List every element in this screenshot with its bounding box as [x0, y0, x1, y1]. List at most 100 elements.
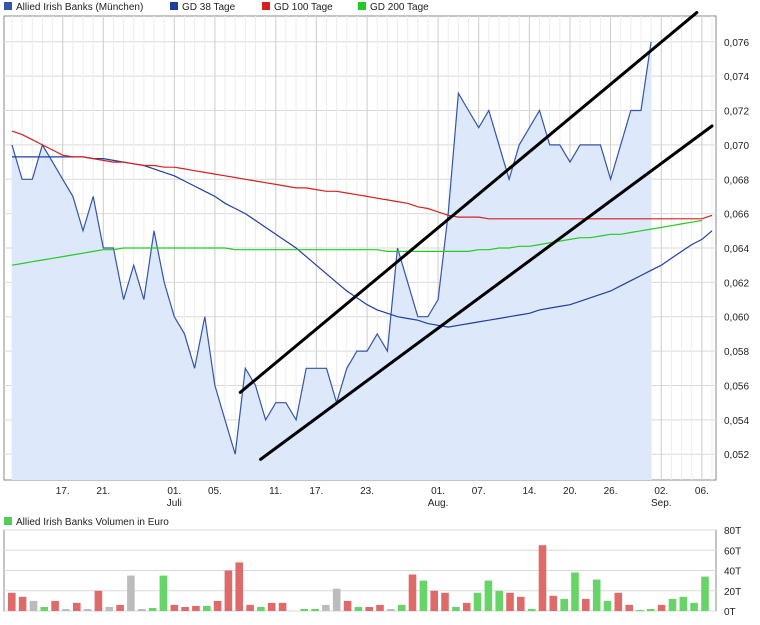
volume-bar: [701, 576, 709, 611]
volume-bar: [668, 598, 677, 611]
price-x-axis: 17. 21. 01.Juli05. 11. 17. 23. 01.Aug.07. 14. 20…: [56, 486, 709, 509]
price-panel: 0,052 0,054 0,056 0,058 0,060 0,062 0,064 0,066…: [3, 2, 749, 509]
price-x-tick-label: 21.: [96, 486, 110, 497]
volume-bar: [267, 602, 276, 611]
legend-label: GD 38 Tage: [182, 2, 236, 13]
volume-bar: [343, 600, 352, 611]
volume-bar: [376, 604, 384, 611]
volume-y-tick-label: 0T: [724, 607, 736, 618]
volume-bar: [495, 590, 503, 612]
price-x-tick-label: 26.: [604, 486, 618, 497]
price-y-tick-label: 0,072: [724, 107, 749, 118]
price-y-tick-label: 0,074: [724, 72, 749, 83]
volume-bar: [690, 602, 698, 611]
volume-bar: [105, 607, 114, 611]
volume-bar: [181, 607, 189, 611]
volume-bar: [538, 545, 547, 611]
legend-label: GD 100 Tage: [274, 2, 333, 13]
price-y-tick-label: 0,060: [724, 313, 749, 324]
price-x-tick-label: 17.: [309, 486, 323, 497]
volume-bar: [603, 600, 612, 611]
volume-bar: [148, 608, 157, 611]
price-y-tick-label: 0,064: [724, 244, 749, 255]
price-x-tick-label: 20.: [563, 486, 577, 497]
volume-bar: [40, 607, 49, 611]
price-x-tick-label: 17.: [56, 486, 70, 497]
volume-bar: [311, 609, 319, 611]
volume-bar: [647, 609, 655, 611]
volume-bar: [235, 562, 243, 611]
volume-bar: [430, 590, 438, 612]
price-y-tick-label: 0,054: [724, 416, 749, 427]
price-x-month-label: Sep.: [651, 498, 672, 509]
volume-panel: 0T 20T 40T 60T 80T Allied Irish Banks Volume…: [3, 517, 741, 618]
volume-bar: [636, 610, 644, 611]
volume-bar: [592, 579, 601, 611]
legend-swatch: [170, 2, 178, 10]
volume-bar: [473, 592, 482, 611]
volume-legend: Allied Irish Banks Volumen in Euro: [4, 517, 169, 528]
price-x-tick-label: 06.: [695, 486, 709, 497]
price-y-tick-label: 0,058: [724, 347, 749, 358]
volume-bar: [51, 600, 59, 611]
price-y-tick-label: 0,066: [724, 210, 749, 221]
volume-bar: [441, 592, 449, 611]
price-x-tick-label: 02.: [654, 486, 668, 497]
volume-bar: [83, 609, 92, 611]
volume-bar: [657, 604, 666, 611]
price-x-tick-label: 14.: [522, 486, 536, 497]
volume-bar: [560, 598, 568, 611]
price-x-month-label: Aug.: [428, 498, 449, 509]
volume-bar: [127, 575, 135, 611]
legend-label: Allied Irish Banks Volumen in Euro: [16, 517, 169, 528]
legend-swatch: [262, 2, 270, 10]
price-y-tick-label: 0,056: [724, 381, 749, 392]
volume-bar: [397, 604, 406, 611]
legend-label: Allied Irish Banks (München): [16, 2, 143, 13]
volume-bar: [213, 600, 222, 611]
price-y-tick-label: 0,062: [724, 278, 749, 289]
volume-bar: [224, 570, 233, 611]
volume-y-tick-label: 40T: [724, 567, 741, 578]
volume-bar: [549, 595, 558, 611]
volume-bar: [517, 596, 525, 611]
volume-bar: [408, 574, 417, 611]
volume-bar: [614, 592, 623, 611]
legend-swatch: [4, 2, 12, 10]
volume-bar: [322, 604, 330, 611]
volume-bar: [18, 596, 27, 611]
volume-bar: [354, 607, 363, 611]
volume-y-tick-label: 60T: [724, 546, 741, 557]
price-y-axis: 0,052 0,054 0,056 0,058 0,060 0,062 0,064 0,066…: [724, 38, 749, 461]
volume-bar: [365, 607, 373, 611]
price-y-tick-label: 0,052: [724, 450, 749, 461]
price-y-tick-label: 0,076: [724, 38, 749, 49]
volume-bar: [527, 609, 536, 611]
volume-bar: [116, 604, 124, 611]
volume-bar: [387, 609, 395, 611]
volume-y-tick-label: 20T: [724, 587, 741, 598]
volume-bar: [94, 590, 103, 612]
volume-bar: [582, 598, 590, 611]
volume-bar: [203, 605, 211, 611]
volume-bar: [484, 580, 493, 611]
price-x-tick-label: 01.: [167, 486, 181, 497]
price-x-tick-label: 23.: [360, 486, 374, 497]
price-x-tick-label: 11.: [269, 486, 282, 497]
volume-y-axis: 0T 20T 40T 60T 80T: [724, 526, 741, 618]
volume-bar: [679, 596, 688, 611]
volume-bar: [452, 607, 460, 611]
volume-bar: [8, 592, 16, 611]
volume-bar: [571, 572, 579, 611]
volume-bar: [506, 592, 514, 611]
price-y-tick-label: 0,068: [724, 175, 749, 186]
volume-bar: [278, 602, 287, 611]
volume-bar: [257, 607, 265, 611]
volume-y-tick-label: 80T: [724, 526, 741, 537]
price-legend: Allied Irish Banks (München) GD 38 Tage GD…: [4, 2, 429, 13]
price-x-month-label: Juli: [167, 498, 182, 509]
price-x-tick-label: 01.: [431, 486, 445, 497]
volume-bar: [332, 588, 341, 611]
volume-bar: [170, 604, 179, 611]
legend-swatch: [358, 2, 366, 10]
